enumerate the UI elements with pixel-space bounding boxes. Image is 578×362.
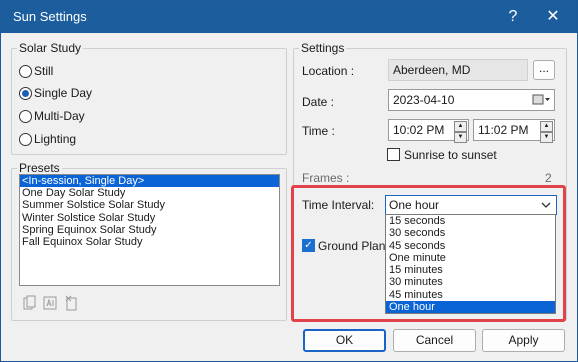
date-field[interactable]: 2023-04-10: [388, 89, 555, 111]
preset-item[interactable]: Fall Equinox Solar Study: [20, 236, 279, 248]
radio-still[interactable]: Still: [19, 62, 53, 80]
frames-label: Frames :: [302, 171, 350, 185]
date-value: 2023-04-10: [393, 93, 455, 107]
ok-button[interactable]: OK: [303, 329, 386, 352]
solar-study-label: Solar Study: [17, 41, 84, 55]
radio-multi-day[interactable]: Multi-Day: [19, 107, 85, 125]
location-field: Aberdeen, MD: [388, 59, 528, 81]
date-label: Date :: [302, 95, 335, 109]
radio-still-indicator[interactable]: [19, 64, 32, 78]
preset-item[interactable]: Summer Solstice Solar Study: [20, 199, 279, 211]
sun-settings-dialog: Sun Settings ? ✕ Solar Study Still Singl…: [0, 0, 578, 362]
settings-label: Settings: [299, 41, 347, 55]
location-label: Location :: [302, 64, 355, 78]
preset-item[interactable]: Spring Equinox Solar Study: [20, 224, 279, 236]
end-time-spinner[interactable]: ▲ ▼: [540, 121, 553, 143]
annotation-highlight: [291, 185, 566, 322]
preset-item[interactable]: One Day Solar Study: [20, 187, 279, 199]
radio-multi-day-label: Multi-Day: [34, 109, 85, 123]
end-time-value: 11:02 PM: [478, 123, 529, 137]
radio-lighting[interactable]: Lighting: [19, 130, 76, 148]
start-time-value: 10:02 PM: [393, 123, 445, 137]
end-time-field[interactable]: 11:02 PM ▲ ▼: [473, 119, 555, 143]
close-button[interactable]: ✕: [533, 3, 573, 31]
title-bar: Sun Settings ? ✕: [1, 1, 577, 33]
presets-label: Presets: [17, 161, 62, 175]
dialog-title: Sun Settings: [13, 9, 87, 24]
presets-listbox[interactable]: <In-session, Single Day> One Day Solar S…: [19, 174, 280, 286]
browse-location-button[interactable]: ...: [533, 60, 555, 80]
duplicate-icon[interactable]: [23, 295, 37, 311]
start-time-spinner[interactable]: ▲ ▼: [454, 121, 467, 143]
help-button[interactable]: ?: [493, 3, 533, 31]
radio-multi-day-indicator[interactable]: [19, 109, 32, 123]
rename-icon[interactable]: [43, 295, 57, 311]
radio-lighting-indicator[interactable]: [19, 132, 32, 146]
radio-lighting-label: Lighting: [34, 132, 77, 146]
cancel-button[interactable]: Cancel: [393, 329, 476, 352]
frames-value: 2: [545, 171, 552, 185]
preset-item[interactable]: <In-session, Single Day>: [20, 175, 279, 188]
radio-still-label: Still: [34, 64, 54, 78]
delete-icon[interactable]: [65, 295, 79, 311]
apply-button[interactable]: Apply: [482, 329, 565, 352]
radio-single-day-label: Single Day: [34, 86, 93, 100]
preset-item[interactable]: Winter Solstice Solar Study: [20, 212, 279, 224]
start-time-field[interactable]: 10:02 PM ▲ ▼: [388, 119, 469, 143]
radio-single-day-indicator[interactable]: [19, 86, 32, 100]
time-label: Time :: [302, 124, 335, 138]
radio-single-day[interactable]: Single Day: [19, 84, 92, 102]
sunrise-checkbox[interactable]: [387, 148, 400, 161]
calendar-icon[interactable]: [532, 90, 550, 114]
sunrise-label: Sunrise to sunset: [404, 148, 497, 162]
